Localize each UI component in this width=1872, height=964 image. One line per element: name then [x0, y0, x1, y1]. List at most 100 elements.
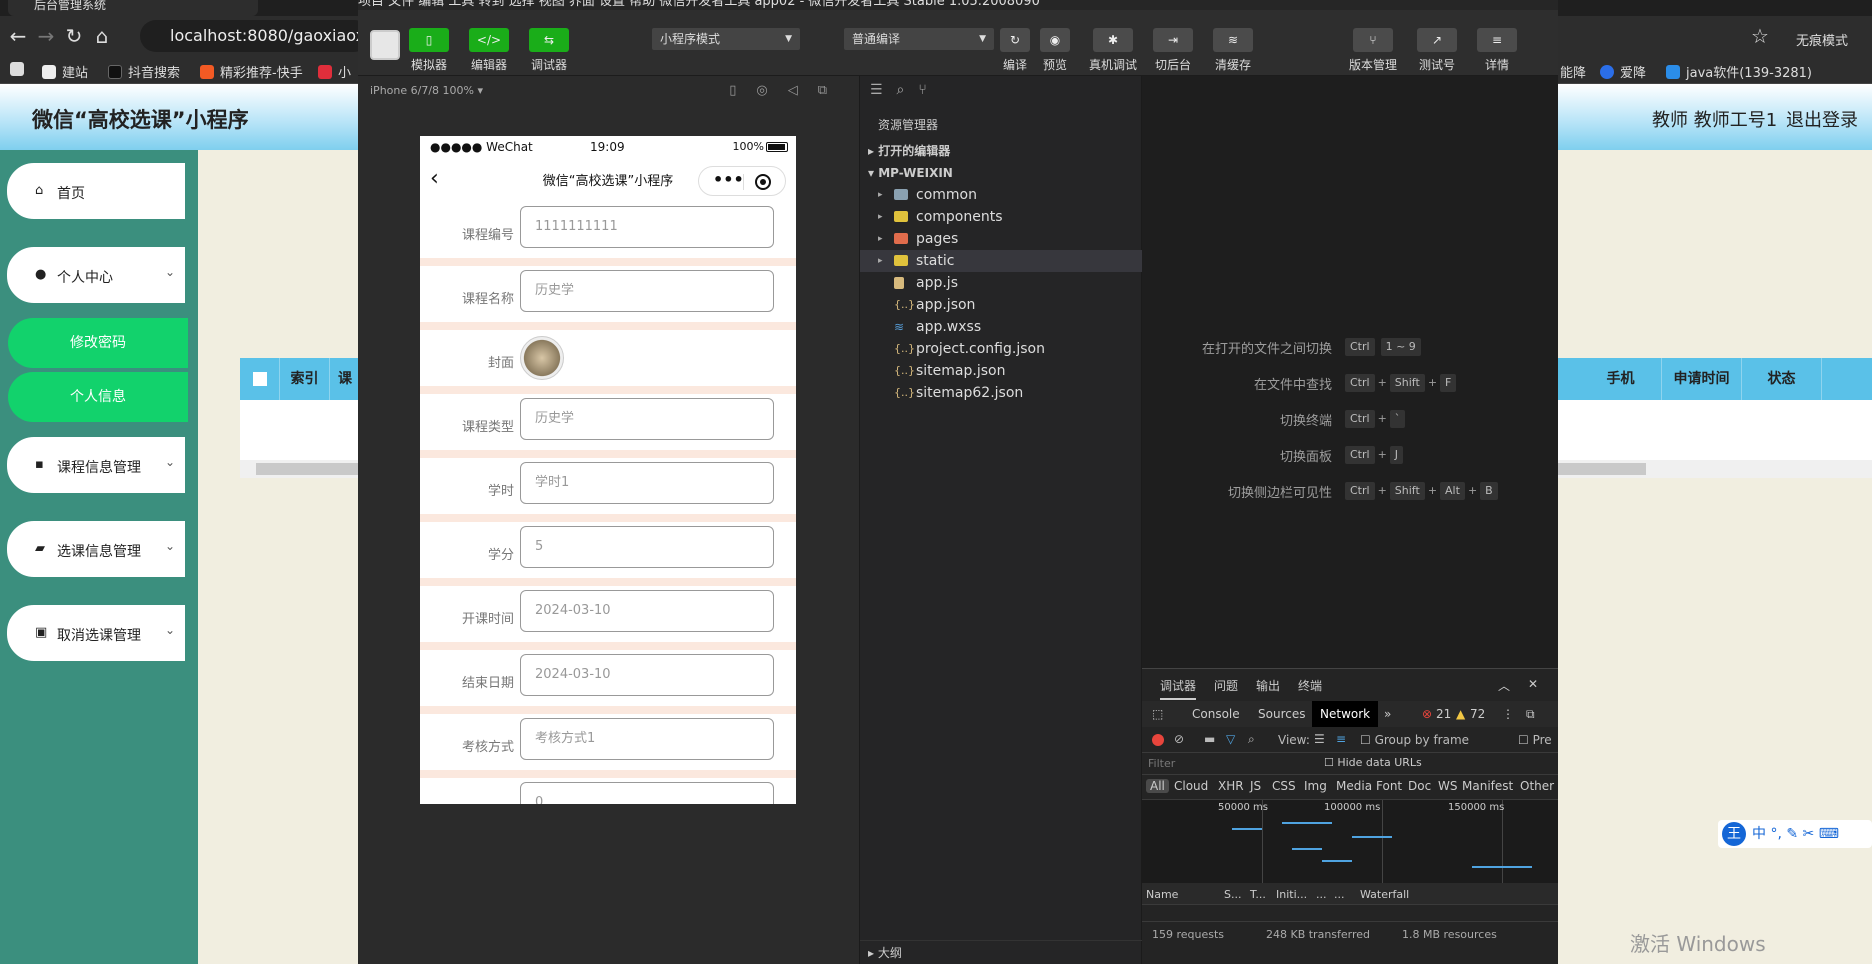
open-editors-section[interactable]: ▸ 打开的编辑器: [860, 140, 1142, 162]
sidebar-item-course-info[interactable]: ▪ 课程信息管理 ⌄: [4, 434, 188, 496]
star-icon[interactable]: ☆: [1748, 24, 1772, 48]
compile-mode-select[interactable]: 普通编译 ▼: [844, 28, 994, 50]
simulator-controls[interactable]: ▯◎◁⧉: [729, 76, 847, 106]
back-icon[interactable]: ←: [6, 24, 30, 48]
type-doc[interactable]: Doc: [1408, 779, 1431, 793]
course-name-input[interactable]: 历史学: [520, 270, 774, 312]
address-bar[interactable]: localhost:8080/gaoxiaoxuan: [140, 20, 370, 52]
home-browser-icon[interactable]: ⌂: [90, 24, 114, 48]
sidebar-item-personal-center[interactable]: ● 个人中心 ⌄: [4, 244, 188, 306]
avatar[interactable]: [370, 30, 400, 60]
project-section[interactable]: ▾ MP-WEIXIN: [860, 162, 1142, 184]
tab-console[interactable]: Console: [1192, 707, 1240, 721]
filter-input[interactable]: Filter: [1148, 757, 1175, 770]
forward-icon[interactable]: →: [34, 24, 58, 48]
tree-file-app-json[interactable]: {..} app.json: [860, 294, 1142, 316]
explorer-toolbar-icons[interactable]: ☰⌕⑂: [870, 82, 941, 98]
end-date-input[interactable]: 2024-03-10: [520, 654, 774, 696]
undock-icon[interactable]: ⧉: [1526, 707, 1535, 722]
bookmark-java[interactable]: java软件(139-3281): [1666, 62, 1812, 81]
tree-file-app-js[interactable]: app.js: [860, 272, 1142, 294]
type-xhr[interactable]: XHR: [1218, 779, 1244, 793]
type-js[interactable]: JS: [1250, 779, 1261, 793]
tab-problems[interactable]: 问题: [1214, 677, 1238, 694]
tab-sources[interactable]: Sources: [1258, 707, 1305, 721]
tab-network[interactable]: Network: [1312, 701, 1379, 727]
type-img[interactable]: Img: [1304, 779, 1327, 793]
clear-icon[interactable]: ⊘: [1174, 732, 1184, 746]
tree-folder-components[interactable]: ▸ components: [860, 206, 1142, 228]
group-by-frame-checkbox[interactable]: ☐ Group by frame: [1360, 733, 1469, 747]
sidebar-item-selection-info[interactable]: ▰ 选课信息管理 ⌄: [4, 518, 188, 580]
course-type-input[interactable]: 历史学: [520, 398, 774, 440]
reload-icon[interactable]: ↻: [62, 24, 86, 48]
type-ws[interactable]: WS: [1438, 779, 1457, 793]
outline-section[interactable]: ▸ 大纲: [860, 940, 1142, 964]
maximize-icon[interactable]: ︿: [1498, 677, 1510, 694]
search-icon[interactable]: ⌕: [1248, 732, 1255, 747]
capsule-menu[interactable]: •••: [698, 166, 786, 196]
select-all-checkbox[interactable]: [240, 358, 280, 400]
sidebar-item-change-password[interactable]: 修改密码: [8, 318, 188, 368]
sidebar-item-cancel-selection[interactable]: ▣ 取消选课管理 ⌄: [4, 602, 188, 664]
sidebar-item-personal-info[interactable]: 个人信息: [8, 372, 188, 422]
editor-button[interactable]: </> 编辑器: [464, 28, 514, 73]
tree-folder-common[interactable]: ▸ common: [860, 184, 1142, 206]
simulator-button[interactable]: ▯ 模拟器: [404, 28, 454, 73]
preserve-log-checkbox[interactable]: ☐ Pre: [1518, 733, 1552, 747]
close-icon[interactable]: ✕: [1528, 677, 1538, 691]
close-miniprogram-icon[interactable]: [755, 174, 771, 190]
type-font[interactable]: Font: [1376, 779, 1402, 793]
bookmark-xiao[interactable]: 小: [318, 62, 351, 81]
network-timeline[interactable]: 50000 ms 100000 ms 150000 ms: [1142, 799, 1558, 884]
waterfall-view-icon[interactable]: ≡: [1336, 732, 1346, 746]
ime-toolbar[interactable]: 王中 °, ✎ ✂ ⌨: [1718, 820, 1872, 848]
inspect-icon[interactable]: ⬚: [1152, 707, 1163, 721]
list-view-icon[interactable]: ☰: [1314, 732, 1325, 746]
tree-file-sitemap[interactable]: {..} sitemap.json: [860, 360, 1142, 382]
tree-file-project-config[interactable]: {..} project.config.json: [860, 338, 1142, 360]
filter-icon[interactable]: ▽: [1226, 732, 1235, 746]
error-count[interactable]: 21: [1436, 707, 1451, 721]
camera-icon[interactable]: ▬: [1204, 732, 1215, 746]
preview-button[interactable]: ◉ 预览: [1030, 28, 1080, 73]
more-icon[interactable]: •••: [713, 170, 744, 189]
kebab-menu-icon[interactable]: ⋮: [1502, 707, 1514, 721]
bookmark-aijiang[interactable]: 爱降: [1600, 62, 1646, 81]
type-cloud[interactable]: Cloud: [1174, 779, 1208, 793]
partial-input[interactable]: 0: [520, 782, 774, 804]
cover-image[interactable]: [520, 336, 564, 380]
more-tabs-icon[interactable]: »: [1384, 707, 1391, 721]
bookmark-kuaishou[interactable]: 精彩推荐-快手: [200, 62, 303, 81]
remote-debug-button[interactable]: ✱ 真机调试: [1088, 28, 1138, 73]
tab-debugger[interactable]: 调试器: [1160, 677, 1197, 700]
sidebar-item-home[interactable]: ⌂ 首页: [4, 160, 188, 222]
details-button[interactable]: ≡ 详情: [1472, 28, 1522, 73]
devtools-menubar[interactable]: 项目 文件 编辑 工具 转到 选择 视图 界面 设置 帮助 微信开发者工具 ap…: [358, 0, 1558, 10]
tree-file-sitemap62[interactable]: {..} sitemap62.json: [860, 382, 1142, 404]
hide-data-urls-checkbox[interactable]: ☐ Hide data URLs: [1324, 756, 1422, 769]
tree-file-app-wxss[interactable]: ≋ app.wxss: [860, 316, 1142, 338]
bookmark-nengjiang[interactable]: 能降: [1560, 62, 1586, 81]
mode-select[interactable]: 小程序模式 ▼: [652, 28, 800, 50]
type-media[interactable]: Media: [1336, 779, 1372, 793]
hours-input[interactable]: 学时1: [520, 462, 774, 504]
course-id-input[interactable]: 1111111111: [520, 206, 774, 248]
logout-link[interactable]: 退出登录: [1786, 106, 1858, 132]
bookmark-jianzhan[interactable]: 建站: [42, 62, 88, 81]
background-button[interactable]: ⇥ 切后台: [1148, 28, 1198, 73]
tree-folder-pages[interactable]: ▸ pages: [860, 228, 1142, 250]
type-all[interactable]: All: [1146, 779, 1169, 793]
bookmark-icon-1[interactable]: [10, 62, 30, 78]
warning-count[interactable]: 72: [1470, 707, 1485, 721]
assessment-input[interactable]: 考核方式1: [520, 718, 774, 760]
tree-folder-static[interactable]: ▸ static: [860, 250, 1142, 272]
record-icon[interactable]: [1152, 734, 1164, 746]
debugger-button[interactable]: ⇆ 调试器: [524, 28, 574, 73]
start-date-input[interactable]: 2024-03-10: [520, 590, 774, 632]
tab-terminal[interactable]: 终端: [1298, 677, 1322, 694]
tab-output[interactable]: 输出: [1256, 677, 1280, 694]
browser-tab[interactable]: 后台管理系统: [8, 0, 258, 16]
type-css[interactable]: CSS: [1272, 779, 1296, 793]
clear-cache-button[interactable]: ≋ 清缓存: [1208, 28, 1258, 73]
